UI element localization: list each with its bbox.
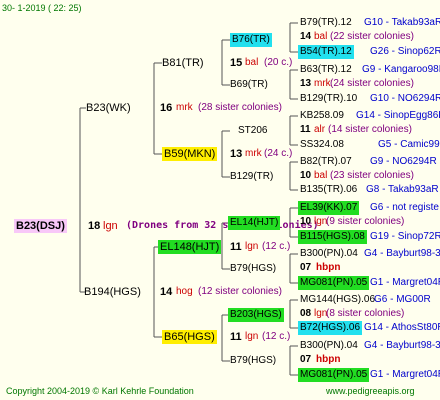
gen2-mark: mrk [245,148,262,159]
website-link[interactable]: www.pedigreeapis.org [326,386,415,396]
gen4-breeder: G6 - MG00R [374,294,431,305]
gen4-number: 07 [300,354,312,365]
gen4-note: (9 sister colonies) [326,216,405,227]
gen4-breeder: G10 - Takab93aR [364,17,440,28]
gen2-note: (12 c.) [262,241,291,252]
copyright-text: Copyright 2004-2019 © Karl Kehrle Founda… [6,386,194,396]
gen2-number: 15 [230,57,243,69]
gen4-breeder: G14 - AthosSt80R [364,322,440,333]
gen4-mark: hbpn [316,354,341,365]
gen3-queen[interactable]: B79(HGS) [230,354,276,368]
gen1-note: (28 sister colonies) [198,102,282,113]
gen4-number: 14 [300,31,312,42]
gen4-queen[interactable]: B82(TR).07 [300,155,352,169]
gen4-number: 13 [300,78,312,89]
gen2-queen[interactable]: B81(TR) [162,56,204,70]
gen4-queen[interactable]: B79(TR).12 [300,16,352,30]
gen1-queen[interactable]: B194(HGS) [84,285,141,299]
gen2-note: (20 c.) [264,57,293,68]
gen4-queen[interactable]: EL39(KK).07 [298,201,360,215]
gen2-number: 11 [230,331,242,343]
gen4-queen[interactable]: SS324.08 [300,138,344,152]
gen2-number: 13 [230,148,243,160]
gen2-queen[interactable]: B59(MKN) [162,147,218,161]
gen3-queen[interactable]: B129(TR) [230,170,273,184]
gen4-queen[interactable]: KB258.09 [300,109,344,123]
gen4-breeder: G14 - SinopEgg86R [356,110,440,121]
gen4-breeder: G1 - Margret04R [370,369,440,380]
gen4-breeder: G8 - Takab93aR [366,184,439,195]
gen4-queen[interactable]: MG081(PN).05 [298,368,370,382]
gen4-queen[interactable]: B72(HGS).06 [298,321,363,335]
gen4-mark: bal [314,170,328,181]
gen1-queen[interactable]: B23(WK) [86,101,131,115]
gen4-number: 08 [300,308,312,319]
gen4-breeder: G9 - Kangaroo98R [362,64,440,75]
gen4-mark: bal [314,31,328,42]
gen4-queen[interactable]: B63(TR).12 [300,63,352,77]
gen4-queen[interactable]: B135(TR).06 [300,183,357,197]
gen1-number: 16 [160,102,173,114]
gen4-note: (23 sister colonies) [330,170,414,181]
root-note: (Drones from 32 sister colonies) [126,220,319,231]
gen1-mark: hog [176,286,193,297]
gen2-note: (12 c.) [262,331,291,342]
gen2-queen[interactable]: EL148(HJT) [158,240,222,254]
root-mark: lgn [103,220,118,232]
gen4-breeder: G6 - not registe [370,202,439,213]
gen2-mark: lgn [245,241,259,252]
gen4-mark: mrk [314,78,331,89]
gen3-queen[interactable]: B69(TR) [230,78,268,92]
gen4-queen[interactable]: MG081(PN).05 [298,276,370,290]
gen4-queen[interactable]: B300(PN).04 [300,339,358,353]
gen4-breeder: G9 - NO6294R [370,156,437,167]
gen4-number: 11 [300,124,311,135]
gen1-note: (12 sister colonies) [198,286,282,297]
gen2-number: 11 [230,241,242,253]
gen4-breeder: G4 - Bayburt98-3 [364,248,440,259]
gen4-note: (22 sister colonies) [330,31,414,42]
root-number: 18 [88,220,101,232]
gen4-number: 10 [300,170,312,181]
gen4-queen[interactable]: B115(HGS).08 [298,230,367,244]
gen4-queen[interactable]: B300(PN).04 [300,247,358,261]
gen4-breeder: G26 - Sinop62R [370,46,440,57]
gen2-note: (24 c.) [264,148,293,159]
gen4-queen[interactable]: MG144(HGS).06 [300,293,375,307]
gen3-queen[interactable]: B203(HGS) [228,308,284,322]
gen4-breeder: G5 - Camic99R [378,139,440,150]
gen4-queen[interactable]: B129(TR).10 [300,92,357,106]
gen4-number: 07 [300,262,312,273]
gen4-number: 10 [300,216,312,227]
gen4-note: (24 sister colonies) [330,78,414,89]
gen4-breeder: G4 - Bayburt98-3 [364,340,440,351]
gen4-breeder: G1 - Margret04R [370,277,440,288]
gen1-number: 14 [160,286,173,298]
gen4-note: (14 sister colonies) [328,124,412,135]
gen4-breeder: G19 - Sinop72R [370,231,440,242]
gen3-queen[interactable]: ST206 [238,124,267,138]
gen4-mark: alr [314,124,326,135]
gen3-queen[interactable]: B76(TR) [230,33,272,47]
gen3-queen[interactable]: EL14(HJT) [228,216,281,230]
gen4-mark: hbpn [316,262,341,273]
gen2-queen[interactable]: B65(HGS) [162,330,217,344]
gen2-mark: bal [245,57,259,68]
gen1-mark: mrk [176,102,193,113]
gen2-mark: lgn [245,331,259,342]
timestamp: 30- 1-2019 ( 22: 25) [2,3,82,13]
gen4-queen[interactable]: B54(TR).12 [298,45,354,59]
gen3-queen[interactable]: B79(HGS) [230,262,276,276]
root-queen[interactable]: B23(DSJ) [14,219,67,233]
gen4-note: (8 sister colonies) [326,308,405,319]
gen4-breeder: G10 - NO6294R [370,93,440,104]
